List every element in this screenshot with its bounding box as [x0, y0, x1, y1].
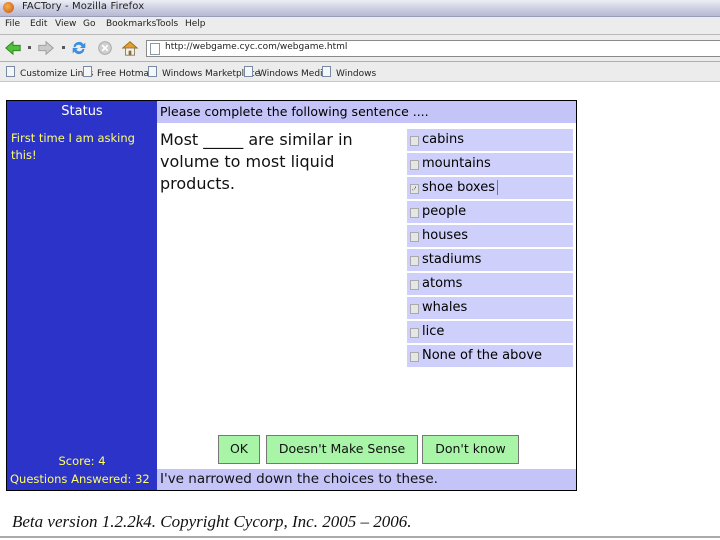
choice-item[interactable]: shoe boxes	[407, 177, 573, 199]
choice-label[interactable]: cabins	[422, 132, 464, 147]
back-dropdown-icon[interactable]	[28, 46, 31, 49]
back-arrow-icon[interactable]	[4, 39, 22, 57]
bottom-divider	[0, 536, 720, 538]
bookmark-label: Windows Media	[258, 69, 329, 79]
choice-label[interactable]: people	[422, 204, 466, 219]
choice-label[interactable]: atoms	[422, 276, 462, 291]
home-icon[interactable]	[121, 39, 139, 57]
choice-item[interactable]: lice	[407, 321, 573, 343]
status-message: First time I am asking this!	[11, 131, 135, 162]
navigation-toolbar: http://webgame.cyc.com/webgame.html	[0, 35, 720, 62]
choice-item[interactable]: atoms	[407, 273, 573, 295]
choice-checkbox[interactable]	[410, 208, 419, 218]
firefox-logo-icon	[3, 2, 14, 13]
question-sentence: Most _____ are similar in volume to most…	[160, 130, 353, 193]
bookmark-windows[interactable]: Windows	[322, 66, 376, 79]
choice-checkbox[interactable]	[410, 232, 419, 242]
forward-arrow-icon[interactable]	[37, 39, 55, 57]
choice-item[interactable]: stadiums	[407, 249, 573, 271]
menu-edit[interactable]: Edit	[30, 19, 47, 29]
feedback-bar: I've narrowed down the choices to these.	[157, 469, 576, 490]
window-titlebar: FACTory - Mozilla Firefox	[0, 0, 720, 17]
bookmark-page-icon	[6, 66, 15, 77]
ok-button[interactable]: OK	[218, 435, 260, 464]
score-display: Score: 4	[58, 454, 106, 468]
choice-item[interactable]: cabins	[407, 129, 573, 151]
menu-view[interactable]: View	[55, 19, 76, 29]
choice-item[interactable]: mountains	[407, 153, 573, 175]
choice-item[interactable]: people	[407, 201, 573, 223]
page-icon	[150, 43, 160, 55]
menu-tools[interactable]: Tools	[156, 19, 178, 29]
stop-icon[interactable]	[96, 39, 114, 57]
menu-bookmarks[interactable]: Bookmarks	[106, 19, 156, 29]
bookmark-page-icon	[322, 66, 331, 77]
doesnt-make-sense-button[interactable]: Doesn't Make Sense	[266, 435, 418, 464]
dont-know-button[interactable]: Don't know	[422, 435, 519, 464]
bookmark-page-icon	[83, 66, 92, 77]
choice-label[interactable]: mountains	[422, 156, 491, 171]
choice-checkbox[interactable]	[410, 328, 419, 338]
game-frame: Status First time I am asking this! Scor…	[6, 100, 577, 491]
choice-checkbox[interactable]	[410, 352, 419, 362]
reload-icon[interactable]	[70, 39, 88, 57]
choice-checkbox[interactable]	[410, 256, 419, 266]
address-bar[interactable]: http://webgame.cyc.com/webgame.html	[146, 40, 720, 57]
choice-label[interactable]: stadiums	[422, 252, 481, 267]
feedback-text: I've narrowed down the choices to these.	[160, 471, 438, 487]
choice-label[interactable]: shoe boxes	[422, 180, 498, 195]
choice-checkbox[interactable]	[410, 160, 419, 170]
footer-copyright: Beta version 1.2.2k4. Copyright Cycorp, …	[12, 512, 412, 531]
choice-item[interactable]: None of the above	[407, 345, 573, 367]
bookmark-label: Free Hotmail	[97, 69, 155, 79]
bookmarks-toolbar: Customize Links Free Hotmail Windows Mar…	[0, 62, 720, 82]
choice-label[interactable]: whales	[422, 300, 467, 315]
choice-label[interactable]: lice	[422, 324, 444, 339]
prompt-bar: Please complete the following sentence .…	[157, 101, 576, 123]
menu-bar: File Edit View Go Bookmarks Tools Help	[0, 17, 720, 35]
status-panel: Status First time I am asking this! Scor…	[7, 101, 157, 490]
choice-label[interactable]: None of the above	[422, 348, 542, 363]
choice-item[interactable]: whales	[407, 297, 573, 319]
choice-label[interactable]: houses	[422, 228, 468, 243]
bookmark-free-hotmail[interactable]: Free Hotmail	[83, 66, 154, 79]
forward-dropdown-icon[interactable]	[62, 46, 65, 49]
choice-checkbox[interactable]	[410, 280, 419, 290]
status-heading: Status	[61, 104, 103, 119]
menu-file[interactable]: File	[5, 19, 20, 29]
prompt-text: Please complete the following sentence .…	[160, 104, 429, 119]
menu-help[interactable]: Help	[185, 19, 206, 29]
url-text[interactable]: http://webgame.cyc.com/webgame.html	[165, 42, 347, 52]
menu-go[interactable]: Go	[83, 19, 95, 29]
window-title: FACTory - Mozilla Firefox	[22, 1, 145, 12]
choice-checkbox[interactable]	[410, 184, 419, 194]
bookmark-page-icon	[244, 66, 253, 77]
choice-item[interactable]: houses	[407, 225, 573, 247]
questions-answered: Questions Answered: 32	[10, 472, 150, 486]
bookmark-customize-links[interactable]: Customize Links	[6, 66, 93, 79]
bookmark-label: Windows	[336, 69, 377, 79]
choice-checkbox[interactable]	[410, 304, 419, 314]
choice-list: cabins mountains shoe boxes people houses sta…	[407, 129, 573, 369]
bookmark-page-icon	[148, 66, 157, 77]
choice-checkbox[interactable]	[410, 136, 419, 146]
bookmark-windows-media[interactable]: Windows Media	[244, 66, 328, 79]
